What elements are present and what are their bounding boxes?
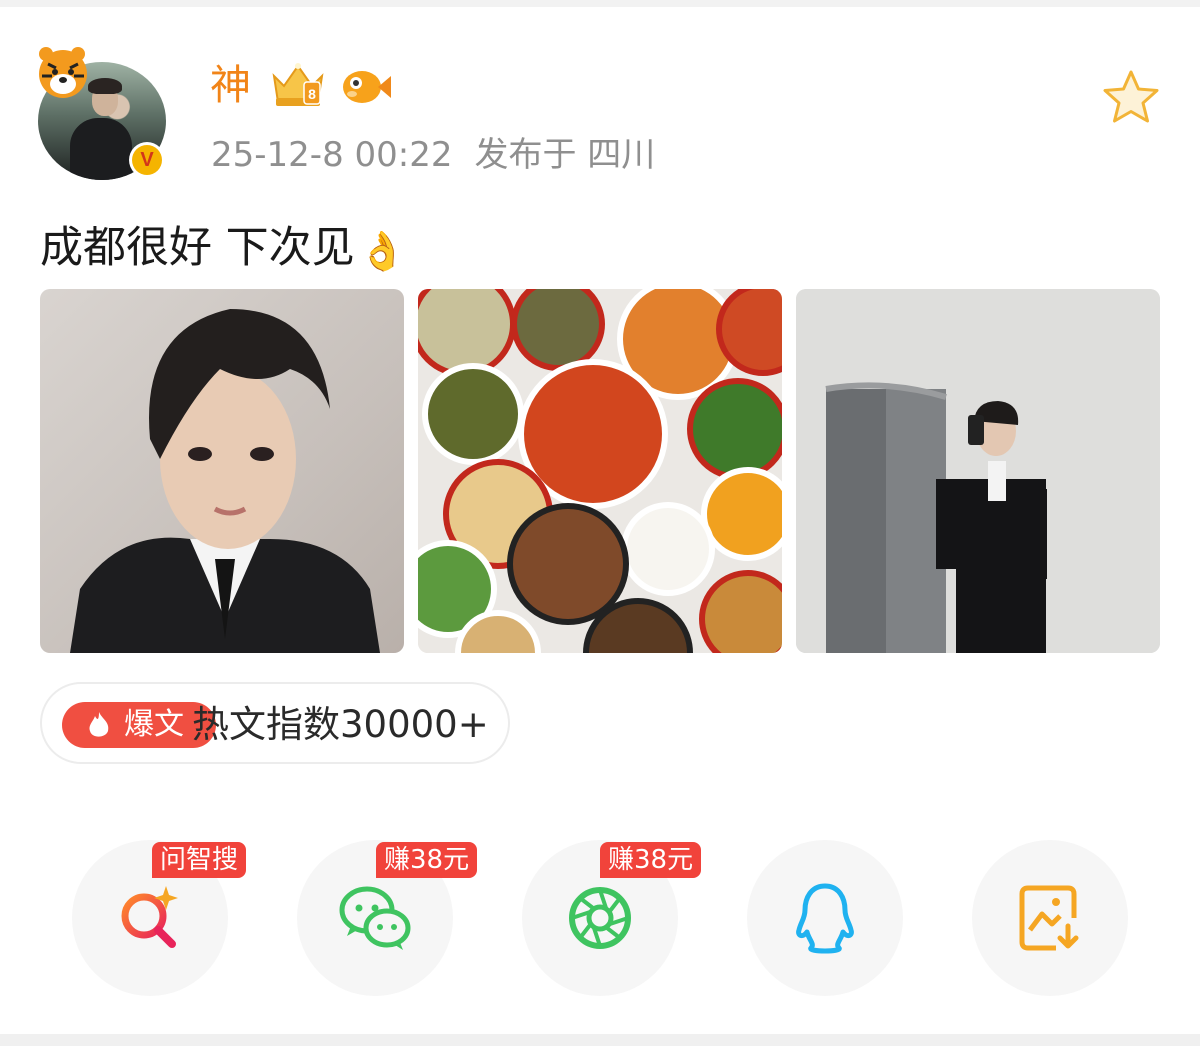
- bottom-divider: [0, 1034, 1200, 1046]
- ok-hand-emoji: 👌: [358, 228, 406, 273]
- post-location: 发布于 四川: [474, 135, 656, 175]
- level-number: 8: [308, 86, 316, 102]
- username[interactable]: 神: [210, 58, 251, 112]
- top-divider: [0, 0, 1200, 7]
- wechat-reward-tag: 赚38元: [376, 842, 478, 878]
- crown-badge-icon: 8: [272, 63, 324, 106]
- post-text: 成都很好 下次见 👌: [40, 218, 406, 281]
- flame-icon: [89, 712, 109, 737]
- save-image-icon: [1019, 885, 1079, 951]
- hot-index-text: 热文指数30000+: [192, 703, 489, 746]
- verified-badge: V: [129, 142, 165, 178]
- moments-icon: [569, 887, 631, 949]
- post-caption: 成都很好 下次见: [40, 223, 355, 273]
- favorite-star-icon[interactable]: [1100, 68, 1162, 126]
- post-meta: 25-12-8 00:22 发布于 四川: [211, 130, 655, 180]
- post-image-mirror-selfie[interactable]: [796, 289, 1160, 653]
- tiger-sticker-icon: [39, 47, 87, 98]
- qq-icon: [796, 883, 854, 954]
- ai-search-tag: 问智搜: [152, 842, 247, 878]
- post-image-food[interactable]: [418, 289, 782, 653]
- hot-post-index[interactable]: 爆文 热文指数30000+: [40, 682, 510, 764]
- save-image-button[interactable]: [972, 840, 1128, 996]
- hot-post-label: 爆文: [124, 707, 184, 742]
- moments-reward-tag: 赚38元: [600, 842, 702, 878]
- avatar[interactable]: V: [38, 44, 166, 180]
- qq-share-button[interactable]: [747, 840, 903, 996]
- ai-search-icon: [121, 886, 178, 948]
- post-timestamp: 25-12-8 00:22: [211, 135, 453, 175]
- fish-badge-icon: [343, 71, 391, 103]
- post-image-portrait[interactable]: [40, 289, 404, 653]
- wechat-icon: [339, 886, 411, 950]
